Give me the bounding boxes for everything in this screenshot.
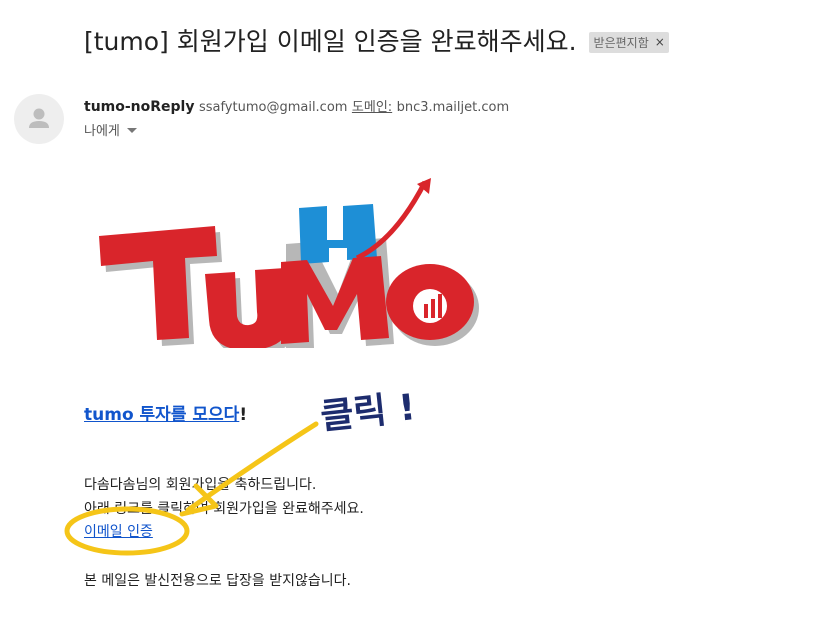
inbox-label-chip[interactable]: 받은편지함 × <box>588 31 669 53</box>
sender-name[interactable]: tumo-noReply <box>84 99 194 115</box>
congrats-text: 다솜다솜님의 회원가입을 축하드립니다. <box>84 477 317 493</box>
verify-email-link[interactable]: 이메일 인증 <box>84 524 153 540</box>
tagline-link[interactable]: tumo 투자를 모으다 <box>84 405 239 425</box>
no-reply-notice: 본 메일은 발신전용으로 답장을 받지않습니다. <box>84 573 351 589</box>
tagline: tumo 투자를 모으다! <box>84 400 247 425</box>
sender-email: ssafytumo@gmail.com <box>198 100 348 115</box>
tagline-suffix: ! <box>239 405 248 425</box>
avatar[interactable] <box>14 94 64 144</box>
inbox-label-text: 받은편지함 <box>593 35 649 50</box>
recipient-details-toggle[interactable]: 나에게 <box>84 120 137 139</box>
chevron-down-icon <box>126 128 137 133</box>
instruction-text: 아래 링크를 클릭하여 회원가입을 완료해주세요. <box>84 501 364 517</box>
email-view: [tumo] 회원가입 이메일 인증을 완료해주세요. 받은편지함 × tumo… <box>0 0 824 618</box>
tumo-logo <box>99 178 479 348</box>
close-icon[interactable]: × <box>655 35 665 49</box>
email-subject: [tumo] 회원가입 이메일 인증을 완료해주세요. <box>84 27 577 56</box>
subject-row: [tumo] 회원가입 이메일 인증을 완료해주세요. 받은편지함 × <box>84 22 669 58</box>
click-annotation-text: 클릭 ! <box>318 387 418 438</box>
person-icon <box>29 108 49 128</box>
sender-line: tumo-noReply ssafytumo@gmail.com 도메인: bn… <box>84 96 509 115</box>
recipient-text: 나에게 <box>84 124 120 139</box>
via-domain: bnc3.mailjet.com <box>396 100 510 115</box>
via-domain-label[interactable]: 도메인: <box>352 100 392 115</box>
